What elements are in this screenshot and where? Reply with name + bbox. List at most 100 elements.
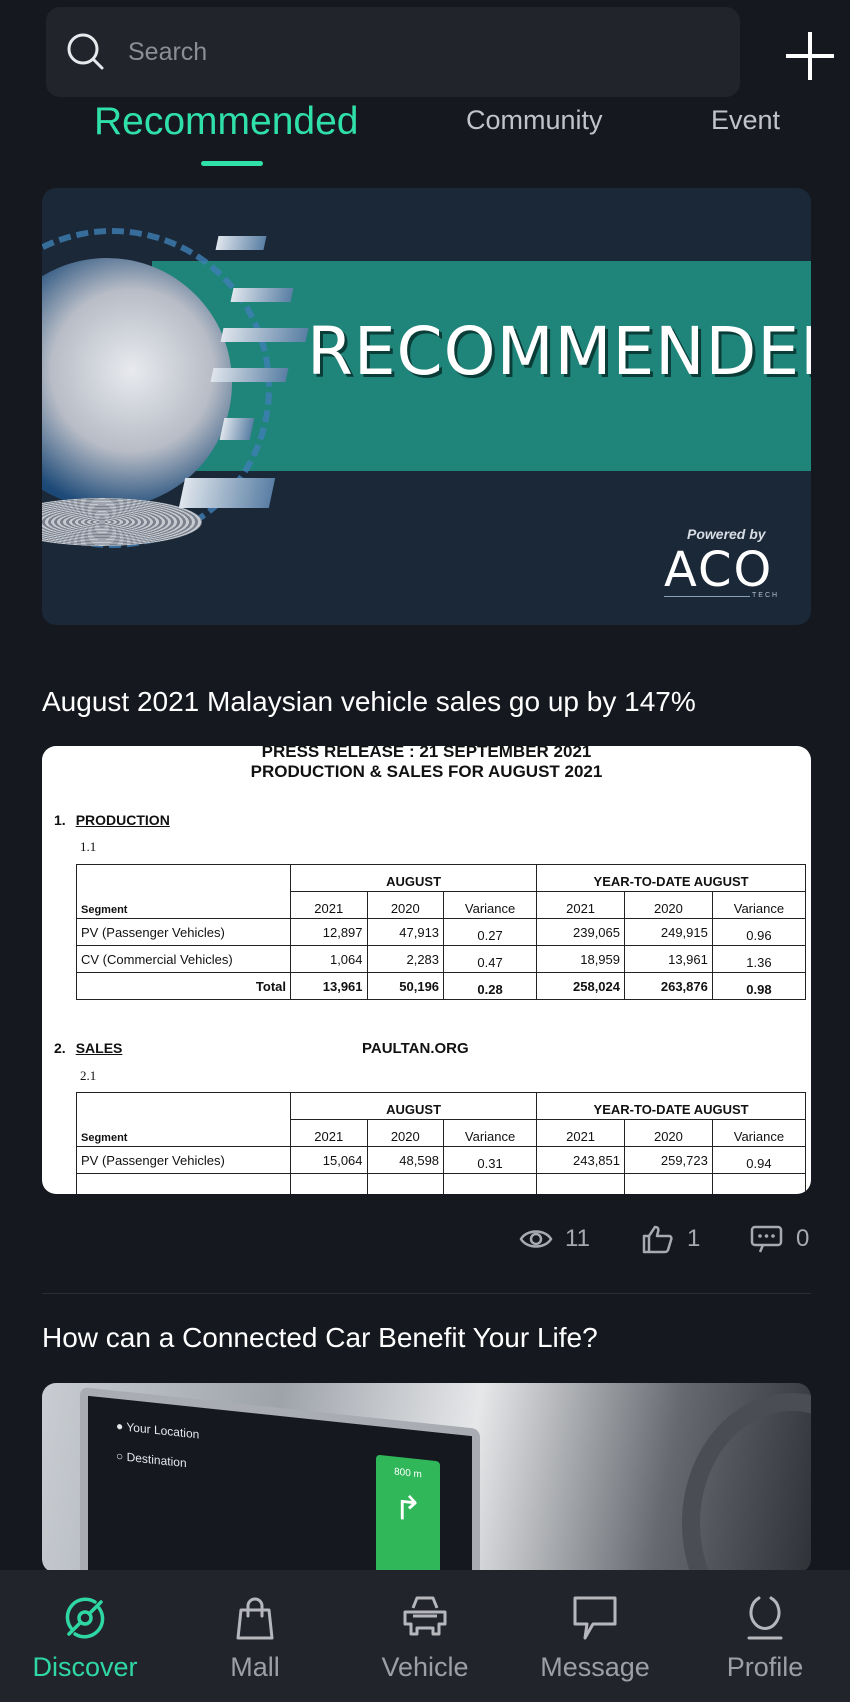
group-header: YEAR-TO-DATE AUGUST [536,1092,806,1120]
segment-cell: PV (Passenger Vehicles) [76,1146,291,1174]
segment-header: Segment [76,864,291,919]
value-cell: 2,283 [366,945,445,973]
tab-bar: Recommended Community Event [0,100,850,170]
section-sales: 2. SALES [54,1040,122,1056]
banner-bar [220,328,309,342]
value-cell: 47,913 [366,918,445,946]
value-cell: 48,598 [366,1146,445,1174]
nav-profile[interactable]: Profile [680,1570,850,1702]
cell [76,1173,291,1194]
section-number: 1. [54,812,66,828]
sales-table: Segment AUGUST YEAR-TO-DATE AUGUST 2021 … [76,1092,807,1194]
value-cell: 0.47 [443,945,538,973]
value-cell: 0.28 [443,972,538,1000]
cell [443,1173,538,1194]
value-cell: 1,064 [290,945,368,973]
watermark: PAULTAN.ORG [362,1040,469,1057]
col-header: 2020 [624,1119,713,1147]
nav-label: Vehicle [381,1652,469,1682]
comment-icon [750,1225,783,1253]
article-image-connected-car[interactable]: ● Your Location ○ Destination 800 m ↱ [42,1383,811,1573]
aco-logo: ACO [664,542,774,598]
value-cell: 18,959 [536,945,625,973]
turn-indicator: 800 m ↱ [376,1454,440,1573]
nav-vehicle[interactable]: Vehicle [340,1570,510,1702]
recommended-banner[interactable]: RECOMMENDED Powered by ACO TECH [42,188,811,625]
nav-mall[interactable]: Mall [170,1570,340,1702]
value-cell: 50,196 [366,972,445,1000]
col-header: 2021 [536,1119,625,1147]
tab-community[interactable]: Community [466,105,603,136]
views-stat: 11 [519,1224,590,1254]
col-header: 2020 [366,891,445,919]
section-title: PRODUCTION [75,812,170,828]
press-release-header: PRESS RELEASE : 21 SEPTEMBER 2021 [261,746,592,761]
nav-label: Message [540,1652,650,1682]
logo-line [664,596,750,597]
article-title[interactable]: How can a Connected Car Benefit Your Lif… [42,1322,598,1354]
destination-label: ○ Destination [116,1448,187,1471]
thumbs-up-icon [642,1225,673,1254]
cell [366,1173,445,1194]
discover-compass-icon [65,1597,105,1639]
cell [536,1173,625,1194]
value-cell: 0.96 [711,918,807,946]
col-header: 2021 [290,1119,368,1147]
likes-count: 1 [687,1225,701,1252]
distance-text: 800 m [394,1466,422,1481]
value-cell: 0.98 [711,972,807,1000]
cell [290,1173,368,1194]
eye-icon [519,1230,553,1248]
car-icon [403,1596,447,1636]
value-cell: 15,064 [290,1146,368,1174]
article-stats: 11 1 0 [0,1224,850,1264]
likes-stat[interactable]: 1 [641,1224,700,1254]
segment-cell: Total [76,972,291,1000]
section-production: 1. PRODUCTION [54,812,170,828]
value-cell: 0.31 [443,1146,538,1174]
search-placeholder: Search [128,37,208,66]
section-number: 2. [54,1040,66,1056]
table-row: PV (Passenger Vehicles) 12,897 47,913 0.… [76,918,807,946]
article-image-press-release[interactable]: PRESS RELEASE : 21 SEPTEMBER 2021 PRODUC… [42,746,811,1194]
col-header: 2021 [290,891,368,919]
add-button[interactable] [786,32,834,80]
tab-event[interactable]: Event [711,105,780,136]
comments-stat[interactable]: 0 [750,1224,809,1254]
aco-logo-sub: TECH [752,592,780,599]
search-input[interactable]: Search [46,7,740,97]
powered-by-label: Powered by [687,526,766,542]
value-cell: 13,961 [290,972,368,1000]
group-header: AUGUST [289,1092,538,1120]
bottom-nav: Discover Mall Vehicle Message Profile [0,1570,850,1702]
table-row: CV (Commercial Vehicles) 1,064 2,283 0.4… [76,945,807,973]
tab-recommended[interactable]: Recommended [94,100,358,144]
group-header: YEAR-TO-DATE AUGUST [536,864,806,892]
nav-message[interactable]: Message [510,1570,680,1702]
nav-discover[interactable]: Discover [0,1570,170,1702]
table-row: PV (Passenger Vehicles) 15,064 48,598 0.… [76,1146,807,1174]
press-release-subheader: PRODUCTION & SALES FOR AUGUST 2021 [250,762,603,781]
subsection-label: 2.1 [80,1068,97,1083]
table-row: Total 13,961 50,196 0.28 258,024 263,876… [76,972,807,1000]
article-title[interactable]: August 2021 Malaysian vehicle sales go u… [42,686,696,718]
segment-cell: PV (Passenger Vehicles) [76,918,291,946]
col-header: 2020 [624,891,713,919]
col-header: Variance [443,891,538,919]
group-header: AUGUST [289,864,538,892]
turn-right-icon: ↱ [393,1488,423,1530]
col-header: Variance [711,1119,807,1147]
col-header: 2021 [536,891,625,919]
section-title: SALES [75,1040,123,1056]
value-cell: 243,851 [536,1146,625,1174]
nav-label: Discover [32,1652,138,1682]
col-header: 2020 [366,1119,445,1147]
banner-title: RECOMMENDED [307,313,811,390]
subsection-label: 1.1 [80,839,97,854]
article-divider [42,1293,811,1294]
nav-label: Mall [230,1652,280,1682]
banner-bar [219,418,255,440]
value-cell: 263,876 [624,972,713,1000]
search-icon [67,33,104,70]
nav-label: Profile [726,1652,804,1682]
